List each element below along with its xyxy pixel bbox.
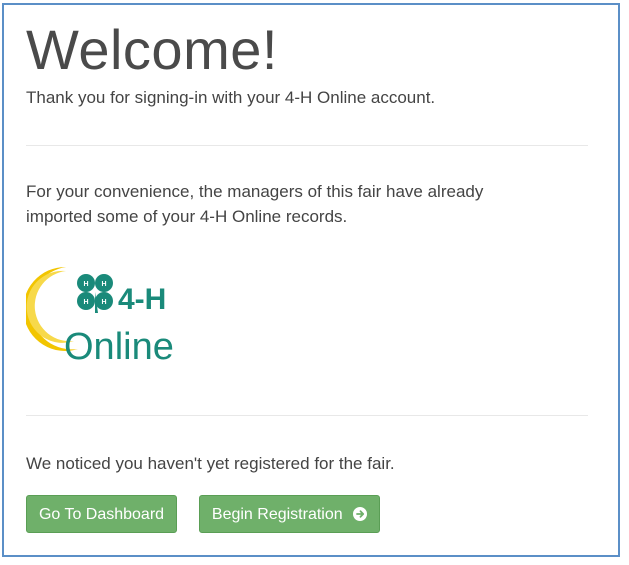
welcome-panel: Welcome! Thank you for signing-in with y… xyxy=(2,3,620,557)
svg-text:H: H xyxy=(101,299,106,306)
divider xyxy=(26,415,588,416)
divider xyxy=(26,145,588,146)
begin-registration-label: Begin Registration xyxy=(211,506,343,523)
signin-message: Thank you for signing-in with your 4-H O… xyxy=(26,88,436,107)
clover-icon xyxy=(77,274,113,313)
logo-line2: Online xyxy=(64,326,174,368)
svg-text:H: H xyxy=(83,299,88,306)
svg-text:H: H xyxy=(101,281,106,288)
import-message: For your convenience, the managers of th… xyxy=(26,182,484,226)
arrow-circle-right-icon xyxy=(353,507,368,521)
page-title: Welcome! xyxy=(26,18,278,81)
logo-line1: 4-H xyxy=(118,283,166,316)
begin-registration-button[interactable]: Begin Registration xyxy=(199,495,380,533)
go-to-dashboard-button[interactable]: Go To Dashboard xyxy=(26,495,177,533)
4h-online-logo: H H H H 4-H Online xyxy=(23,261,206,371)
svg-text:H: H xyxy=(83,281,88,288)
registration-notice: We noticed you haven't yet registered fo… xyxy=(26,454,395,473)
go-to-dashboard-label: Go To Dashboard xyxy=(38,506,165,523)
